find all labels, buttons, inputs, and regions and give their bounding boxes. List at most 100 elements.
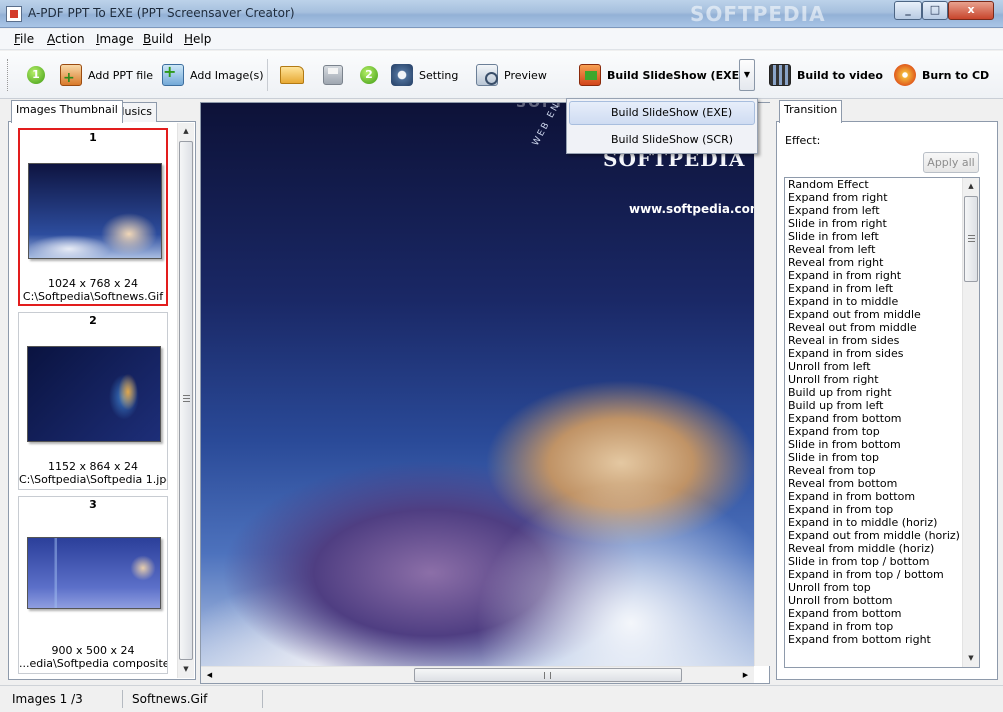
effect-list-item[interactable]: Expand in from top / bottom xyxy=(785,568,979,581)
preview-image[interactable]: SOFTPEDIA SOFTPEDIA WEB ENTERTAINMENT ww… xyxy=(201,103,754,666)
scroll-right-arrow[interactable]: ▶ xyxy=(737,667,754,684)
effect-list-item[interactable]: Expand in to middle (horiz) xyxy=(785,516,979,529)
menu-item-build-exe[interactable]: Build SlideShow (EXE) xyxy=(569,101,755,125)
toolbar-grip[interactable] xyxy=(7,59,10,91)
save-disk-icon xyxy=(323,65,343,85)
effect-scrollbar[interactable]: ▲ ▼ xyxy=(962,178,979,667)
setting-button[interactable]: Setting xyxy=(391,63,458,87)
menu-help[interactable]: Help xyxy=(184,32,211,46)
apply-all-button[interactable]: Apply all xyxy=(923,152,979,173)
preview-panel: SOFTPEDIA SOFTPEDIA WEB ENTERTAINMENT ww… xyxy=(200,102,771,684)
effect-list-item[interactable]: Expand in to middle xyxy=(785,295,979,308)
scroll-up-arrow[interactable]: ▲ xyxy=(963,178,979,195)
film-strip-icon xyxy=(769,64,791,86)
open-button[interactable] xyxy=(280,63,304,87)
thumbnail-number: 1 xyxy=(89,131,97,144)
add-image-button[interactable]: Add Image(s) xyxy=(162,63,264,87)
effect-list-item[interactable]: Slide in from top xyxy=(785,451,979,464)
preview-vertical-scrollbar[interactable] xyxy=(754,103,771,666)
thumbnail-dimensions: 1152 x 864 x 24 xyxy=(48,460,138,473)
effect-list-item[interactable]: Expand from bottom right xyxy=(785,633,979,646)
effect-list-item[interactable]: Unroll from top xyxy=(785,581,979,594)
effect-list-item[interactable]: Reveal from middle (horiz) xyxy=(785,542,979,555)
effect-list-item[interactable]: Random Effect xyxy=(785,178,979,191)
save-button[interactable] xyxy=(323,63,343,87)
effect-list-item[interactable]: Reveal from top xyxy=(785,464,979,477)
menu-file-rest: ile xyxy=(20,32,35,46)
add-ppt-button[interactable]: Add PPT file xyxy=(60,63,153,87)
scroll-left-arrow[interactable]: ◀ xyxy=(201,667,218,684)
effect-list-item[interactable]: Reveal from right xyxy=(785,256,979,269)
effect-listbox[interactable]: Random Effect Expand from right Expand fro… xyxy=(784,177,980,668)
close-button[interactable]: x xyxy=(948,1,994,20)
thumbnail-item[interactable]: 2 1152 x 864 x 24 C:\Softpedia\Softpedia… xyxy=(18,312,168,490)
status-divider xyxy=(262,690,263,708)
effect-list-item[interactable]: Reveal from left xyxy=(785,243,979,256)
build-video-label: Build to video xyxy=(797,68,883,82)
effect-list-item[interactable]: Unroll from right xyxy=(785,373,979,386)
preview-horizontal-scrollbar[interactable]: ◀ ▶ xyxy=(201,666,754,683)
status-bar: Images 1 /3 Softnews.Gif xyxy=(0,685,1003,712)
status-divider xyxy=(122,690,123,708)
menu-image[interactable]: Image xyxy=(96,32,134,46)
build-slideshow-exe-button[interactable]: Build SlideShow (EXE) xyxy=(579,63,744,87)
effect-list-item[interactable]: Expand out from middle xyxy=(785,308,979,321)
effect-list-item[interactable]: Expand from bottom xyxy=(785,607,979,620)
effect-list-item[interactable]: Expand from right xyxy=(785,191,979,204)
maximize-button[interactable]: □ xyxy=(922,1,948,20)
thumbnail-item[interactable]: 3 900 x 500 x 24 ...edia\Softpedia compo… xyxy=(18,496,168,674)
effect-list-item[interactable]: Expand in from top xyxy=(785,620,979,633)
scroll-down-arrow[interactable]: ▼ xyxy=(963,650,979,667)
build-to-video-button[interactable]: Build to video xyxy=(769,63,883,87)
menu-item-build-scr[interactable]: Build SlideShow (SCR) xyxy=(569,128,755,152)
thumbnail-item[interactable]: 1 1024 x 768 x 24 C:\Softpedia\Softnews.… xyxy=(18,128,168,306)
effect-items: Random Effect Expand from right Expand fro… xyxy=(785,178,979,646)
build-dropdown-arrow[interactable]: ▼ xyxy=(739,59,755,91)
effect-list-item[interactable]: Build up from right xyxy=(785,386,979,399)
tab-transition[interactable]: Transition xyxy=(779,100,843,123)
effect-list-item[interactable]: Unroll from left xyxy=(785,360,979,373)
horizontal-scroll-thumb[interactable] xyxy=(414,668,682,682)
burn-to-cd-button[interactable]: Burn to CD xyxy=(894,63,989,87)
effect-list-item[interactable]: Slide in from bottom xyxy=(785,438,979,451)
effect-list-item[interactable]: Expand from left xyxy=(785,204,979,217)
effect-label: Effect: xyxy=(785,134,821,147)
minimize-button[interactable]: _ xyxy=(894,1,922,20)
effect-list-item[interactable]: Expand in from left xyxy=(785,282,979,295)
softpedia-watermark: SOFTPEDIA xyxy=(690,2,826,26)
effect-list-item[interactable]: Slide in from right xyxy=(785,217,979,230)
effect-list-item[interactable]: Unroll from bottom xyxy=(785,594,979,607)
menu-file[interactable]: File xyxy=(14,32,34,46)
effect-list-item[interactable]: Expand in from sides xyxy=(785,347,979,360)
effect-list-item[interactable]: Expand in from right xyxy=(785,269,979,282)
effect-list-item[interactable]: Reveal from bottom xyxy=(785,477,979,490)
menu-build[interactable]: Build xyxy=(143,32,173,46)
scroll-thumb[interactable] xyxy=(964,196,978,282)
thumbnail-path: C:\Softpedia\Softnews.Gif xyxy=(22,290,164,303)
effect-list-item[interactable]: Expand from top xyxy=(785,425,979,438)
preview-label: Preview xyxy=(504,68,547,82)
effect-list-item[interactable]: Slide in from top / bottom xyxy=(785,555,979,568)
menu-image-rest: mage xyxy=(99,32,134,46)
effect-list-item[interactable]: Reveal out from middle xyxy=(785,321,979,334)
app-icon[interactable] xyxy=(6,6,22,22)
panel-splitter[interactable] xyxy=(178,120,195,680)
preview-url-text: www.softpedia.com xyxy=(629,202,754,216)
effect-list-item[interactable]: Expand out from middle (horiz) xyxy=(785,529,979,542)
effect-list-item[interactable]: Expand in from top xyxy=(785,503,979,516)
menu-action[interactable]: Action xyxy=(47,32,85,46)
window-title: A-PDF PPT To EXE (PPT Screensaver Creato… xyxy=(28,6,295,20)
tab-images-thumbnail[interactable]: Images Thumbnail xyxy=(11,100,123,123)
add-ppt-label: Add PPT file xyxy=(88,68,154,82)
effect-list-item[interactable]: Slide in from left xyxy=(785,230,979,243)
effect-list-item[interactable]: Reveal in from sides xyxy=(785,334,979,347)
effect-list-item[interactable]: Expand in from bottom xyxy=(785,490,979,503)
effect-list-item[interactable]: Expand from bottom xyxy=(785,412,979,425)
preview-magnifier-icon xyxy=(476,64,498,86)
right-panel: Transition Effect: Apply all Random Effe… xyxy=(776,100,998,680)
thumbnail-image xyxy=(27,537,161,609)
thumbnail-list[interactable]: 1 1024 x 768 x 24 C:\Softpedia\Softnews.… xyxy=(8,122,196,680)
effect-list-item[interactable]: Build up from left xyxy=(785,399,979,412)
preview-button[interactable]: Preview xyxy=(476,63,547,87)
thumbnail-path: C:\Softpedia\Softpedia 1.jpg xyxy=(19,473,167,486)
